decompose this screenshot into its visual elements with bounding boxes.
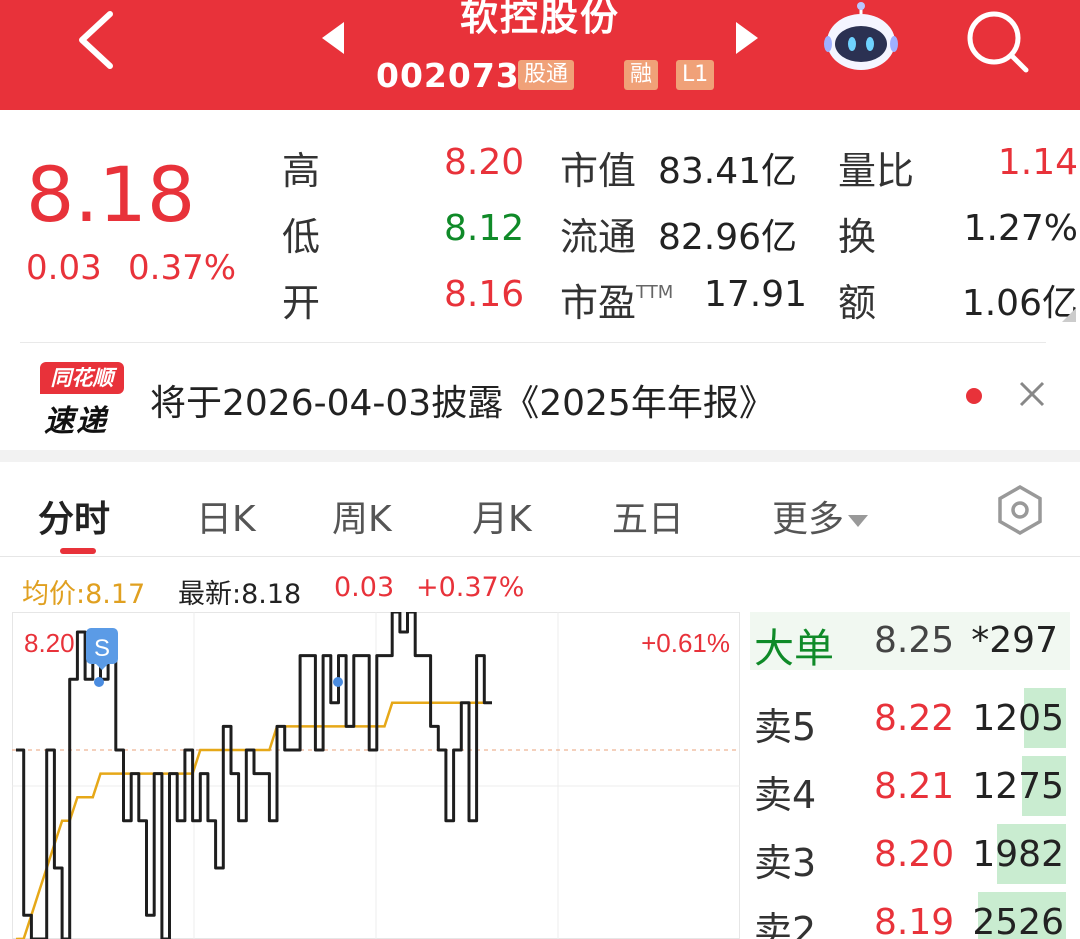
robot-assistant-icon[interactable]	[822, 0, 900, 74]
mktcap-label: 市值	[560, 149, 637, 193]
avg-price-readout: 均价:8.17	[22, 579, 146, 610]
low-label: 低	[282, 215, 321, 259]
unread-dot-icon	[966, 388, 982, 404]
float-value: 82.96亿	[658, 217, 798, 258]
ask-price: 8.22	[874, 698, 955, 739]
ask-volume: 2526	[972, 902, 1064, 939]
ask-volume: 1982	[972, 834, 1064, 875]
high-value: 8.20	[444, 142, 525, 183]
search-icon[interactable]	[962, 6, 1032, 76]
ask-level-label: 卖3	[754, 841, 817, 885]
tab-daily-k[interactable]: 日K	[196, 490, 256, 542]
price-change-pct: 0.37%	[128, 248, 237, 288]
big-order-row: 大单 8.25 *297	[750, 612, 1070, 672]
next-stock-icon[interactable]	[736, 22, 758, 54]
ask-volume: 1205	[972, 698, 1064, 739]
amount-value: 1.06亿	[961, 283, 1078, 324]
chart-change-pct-readout: +0.37%	[416, 572, 525, 603]
stock-title: 软控股份	[459, 0, 620, 39]
pe-ttm-sup: TTM	[636, 282, 674, 303]
signal-marker-label: S	[94, 635, 110, 662]
connect-badge: 股通	[518, 60, 575, 90]
news-text[interactable]: 将于2026-04-03披露《2025年年报》	[150, 374, 775, 426]
ask-level-label: 卖4	[754, 773, 817, 817]
low-value: 8.12	[444, 208, 525, 249]
section-gap	[0, 450, 1080, 462]
open-value: 8.16	[444, 274, 525, 315]
price-change: 0.03	[26, 248, 102, 288]
tab-border	[0, 556, 1080, 557]
volratio-value: 1.14	[997, 142, 1078, 183]
last-price: 8.18	[26, 150, 196, 239]
order-book-row: 卖3 8.20 1982	[752, 824, 1072, 888]
ask-price: 8.20	[874, 834, 955, 875]
high-label: 高	[282, 149, 321, 193]
big-order-label: 大单	[754, 626, 834, 672]
tab-intraday[interactable]: 分时	[38, 490, 110, 542]
prev-stock-icon[interactable]	[322, 22, 344, 54]
turnover-value: 1.27%	[963, 208, 1078, 249]
mktcap-value: 83.41亿	[658, 151, 798, 192]
signal-dot-2	[333, 677, 343, 687]
latest-price-readout: 最新:8.18	[178, 579, 302, 610]
order-book-row: 卖5 8.22 1205	[752, 688, 1072, 752]
volratio-label: 量比	[838, 149, 915, 193]
pe-label-text: 市盈	[560, 281, 637, 325]
pe-label: 市盈TTM	[560, 272, 673, 327]
signal-marker[interactable]: S	[86, 628, 118, 670]
float-label: 流通	[560, 215, 637, 259]
tab-weekly-k[interactable]: 周K	[332, 490, 392, 542]
news-logo-bottom: 速递	[44, 404, 108, 439]
ask-level-label: 卖2	[754, 909, 817, 939]
level-badge: L1	[676, 60, 715, 90]
ask-volume: 1275	[972, 766, 1064, 807]
tab-active-indicator	[60, 548, 96, 554]
stock-code: 002073	[376, 56, 520, 95]
pct-top-label: +0.61%	[641, 628, 730, 658]
tab-more-label: 更多	[772, 499, 845, 540]
signal-dot-1	[94, 677, 104, 687]
chart-change-readout: 0.03	[334, 572, 395, 603]
tab-monthly-k[interactable]: 月K	[472, 490, 532, 542]
close-icon[interactable]	[1018, 380, 1046, 408]
order-book-row: 卖2 8.19 2526	[752, 892, 1072, 939]
open-label: 开	[282, 281, 321, 325]
big-order-volume: *297	[971, 620, 1058, 661]
amount-label: 额	[838, 281, 877, 325]
avg-price-line	[15, 701, 492, 939]
news-logo-top: 同花顺	[40, 362, 124, 394]
settings-icon[interactable]	[994, 484, 1046, 536]
back-icon[interactable]	[70, 8, 126, 78]
chevron-down-icon	[848, 515, 869, 527]
turnover-label: 换	[838, 215, 877, 259]
intraday-chart[interactable]: 8.20 +0.61% S	[12, 612, 740, 939]
news-logo: 同花顺 速递	[38, 362, 126, 439]
tab-five-day[interactable]: 五日	[612, 490, 684, 542]
y-top-label: 8.20	[24, 628, 75, 658]
tab-more[interactable]: 更多	[772, 490, 869, 542]
ask-level-label: 卖5	[754, 705, 817, 749]
signal-marker-pointer	[96, 664, 108, 670]
big-order-price: 8.25	[874, 620, 955, 661]
ask-price: 8.19	[874, 902, 955, 939]
pe-value: 17.91	[704, 274, 808, 315]
quote-divider	[20, 342, 1046, 343]
app-header: 软控股份 002073 股通 融 L1	[0, 0, 1080, 110]
order-book-row: 卖4 8.21 1275	[752, 756, 1072, 820]
margin-badge: 融	[624, 60, 659, 90]
ask-price: 8.21	[874, 766, 955, 807]
expand-corner-icon[interactable]	[1062, 308, 1076, 322]
